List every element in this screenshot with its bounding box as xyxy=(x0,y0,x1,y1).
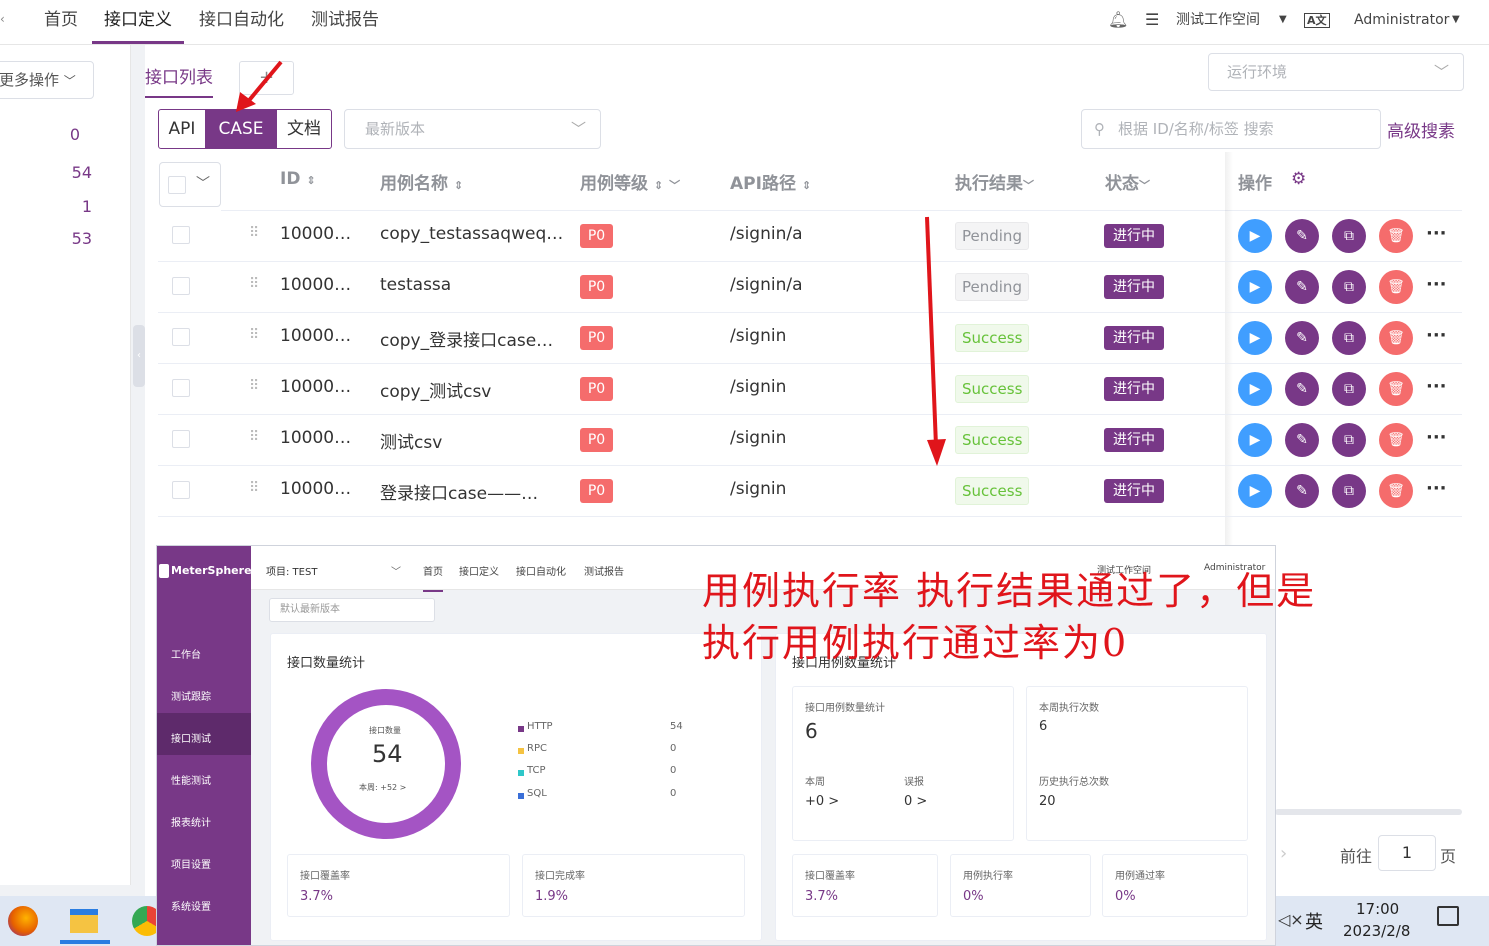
mini-side-item[interactable]: 项目设置 xyxy=(171,856,211,871)
exec-week-label: 本周执行次数 xyxy=(1039,703,1099,714)
legend-swatch xyxy=(518,793,524,799)
metersphere-logo-icon xyxy=(159,564,169,578)
mini-side-item[interactable]: 测试跟踪 xyxy=(171,688,211,703)
legend-rpc-value: 0 xyxy=(670,743,677,754)
case-stats-panel: 接口用例数量统计 接口用例数量统计 6 本周 +0 > 误报 0 > 本周执行次… xyxy=(775,633,1267,941)
case-coverage-card: 接口覆盖率 3.7% xyxy=(792,854,938,917)
mini-side-item[interactable]: 性能测试 xyxy=(171,772,211,787)
week-value[interactable]: +0 > xyxy=(805,794,839,809)
week-label: 本周 xyxy=(805,777,825,788)
exec-total-label: 历史执行总次数 xyxy=(1039,777,1109,788)
exec-rate-card: 用例执行率 0% xyxy=(950,854,1091,917)
mini-side-item[interactable]: 系统设置 xyxy=(171,898,211,913)
misreport-value[interactable]: 0 > xyxy=(904,794,927,809)
mini-side-item[interactable]: 报表统计 xyxy=(171,814,211,829)
volume-icon[interactable]: ◁× xyxy=(1278,910,1304,929)
api-stats-panel: 接口数量统计 接口数量 54 本周: +52 > HTTP 54 RPC 0 T… xyxy=(270,633,762,941)
mini-nav-api[interactable]: 接口定义 xyxy=(459,563,499,578)
exec-total-value: 20 xyxy=(1039,794,1056,809)
case-count-card: 接口用例数量统计 6 本周 +0 > 误报 0 > xyxy=(792,686,1014,841)
pass-rate-value: 0% xyxy=(1115,889,1136,904)
mini-side-item[interactable]: 工作台 xyxy=(171,646,201,661)
exec-week-value: 6 xyxy=(1039,719,1048,734)
donut-week: 本周: +52 > xyxy=(359,783,407,792)
mini-nav-home[interactable]: 首页 xyxy=(423,563,443,592)
legend-swatch xyxy=(518,726,524,732)
exec-rate-label: 用例执行率 xyxy=(963,871,1013,882)
coverage-value: 3.7% xyxy=(300,889,334,904)
exec-count-card: 本周执行次数 6 历史执行总次数 20 xyxy=(1026,686,1248,841)
legend-swatch xyxy=(518,748,524,754)
misreport-label: 误报 xyxy=(904,777,924,788)
exec-rate-value: 0% xyxy=(963,889,984,904)
mini-sidebar: MeterSphere 工作台 测试跟踪 接口测试 性能测试 报表统计 项目设置… xyxy=(157,546,252,945)
coverage-label: 接口覆盖率 xyxy=(300,871,350,882)
donut-label: 接口数量 xyxy=(369,726,401,735)
completion-label: 接口完成率 xyxy=(535,871,585,882)
annotation-line-2: 执行用例执行通过率为0 xyxy=(702,621,1129,665)
file-explorer-icon[interactable] xyxy=(70,909,98,933)
legend-rpc: RPC xyxy=(527,743,547,754)
mini-side-item[interactable]: 接口测试 xyxy=(171,730,211,745)
mini-nav-report[interactable]: 测试报告 xyxy=(584,563,624,578)
taskbar-active-indicator xyxy=(60,940,110,944)
legend-sql-value: 0 xyxy=(670,788,677,799)
case-count-label: 接口用例数量统计 xyxy=(805,703,885,714)
donut-value: 54 xyxy=(372,740,403,768)
ime-indicator[interactable]: 英 xyxy=(1305,908,1323,934)
completion-card: 接口完成率 1.9% xyxy=(522,854,745,917)
brand-name: MeterSphere xyxy=(171,564,252,577)
case-count-value: 6 xyxy=(805,719,818,743)
pass-rate-card: 用例通过率 0% xyxy=(1102,854,1248,917)
case-coverage-value: 3.7% xyxy=(805,889,839,904)
legend-swatch xyxy=(518,770,524,776)
mini-nav-auto[interactable]: 接口自动化 xyxy=(516,563,566,578)
api-stats-title: 接口数量统计 xyxy=(287,656,366,671)
case-coverage-label: 接口覆盖率 xyxy=(805,871,855,882)
legend-http: HTTP xyxy=(527,721,553,732)
completion-value: 1.9% xyxy=(535,889,569,904)
clock-date[interactable]: 2023/2/8 xyxy=(1343,922,1410,940)
mini-version-select[interactable]: 默认最新版本 xyxy=(269,598,435,622)
coverage-card: 接口覆盖率 3.7% xyxy=(287,854,510,917)
legend-sql: SQL xyxy=(527,788,547,799)
mini-project[interactable]: 项目: TEST xyxy=(266,563,317,578)
firefox-icon[interactable] xyxy=(8,906,38,936)
pass-rate-label: 用例通过率 xyxy=(1115,871,1165,882)
chevron-down-icon: ﹀ xyxy=(391,567,401,578)
legend-http-value: 54 xyxy=(670,721,683,732)
notification-icon[interactable] xyxy=(1437,906,1459,926)
annotation-line-1: 用例执行率 执行结果通过了，但是 xyxy=(702,569,1317,613)
legend-tcp-value: 0 xyxy=(670,765,677,776)
legend-tcp: TCP xyxy=(527,765,546,776)
clock-time[interactable]: 17:00 xyxy=(1356,900,1399,918)
